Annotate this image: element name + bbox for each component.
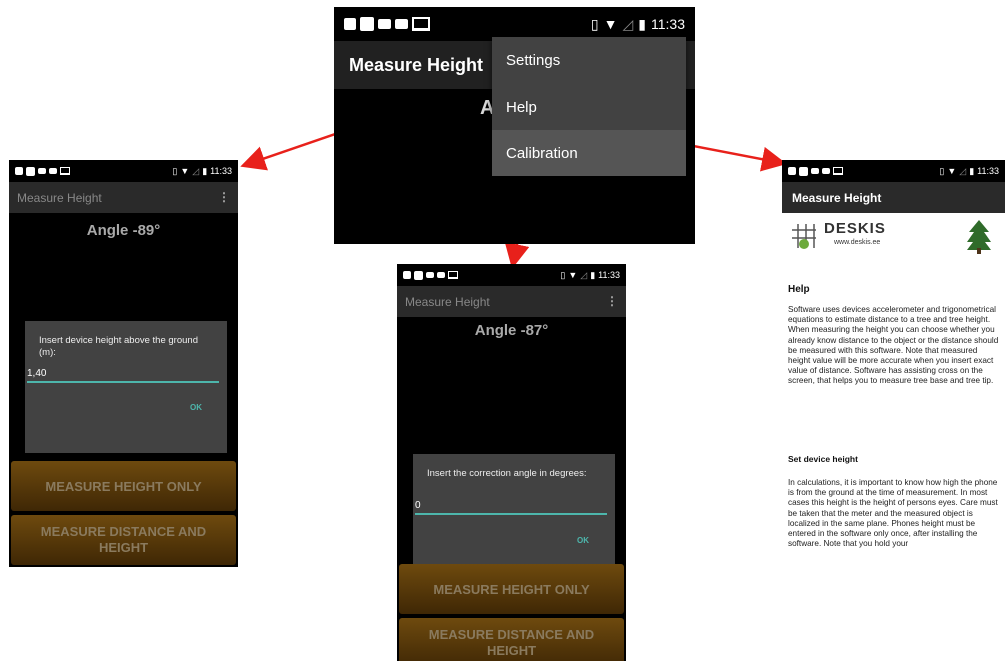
app-title: Measure Height bbox=[17, 190, 102, 205]
status-bar: ▯ ▼ ◿ ▮ 11:33 bbox=[397, 264, 626, 286]
menu-item-label: Help bbox=[506, 98, 537, 116]
grid-logo-icon bbox=[792, 224, 816, 249]
status-time: 11:33 bbox=[651, 16, 685, 32]
vibrate-icon: ▯ bbox=[939, 165, 945, 176]
angle-readout: Angle -87° bbox=[474, 322, 549, 339]
overflow-menu: Settings Help Calibration bbox=[492, 37, 686, 176]
logo-name: DESKIS bbox=[824, 220, 886, 237]
menu-item-help[interactable]: Help bbox=[492, 84, 686, 130]
laptop-icon bbox=[833, 167, 843, 175]
image-icon bbox=[15, 167, 23, 175]
youtube-icon bbox=[811, 168, 819, 174]
youtube-icon bbox=[426, 272, 434, 278]
wifi-icon: ▼ bbox=[947, 166, 957, 176]
dialog-message: Insert the correction angle in degrees: bbox=[427, 468, 587, 479]
height-dialog: Insert device height above the ground (m… bbox=[25, 321, 227, 453]
menu-item-label: Calibration bbox=[506, 144, 578, 162]
youtube-icon bbox=[822, 168, 830, 174]
youtube-icon bbox=[437, 272, 445, 278]
overflow-menu-icon[interactable]: ⋮ bbox=[606, 294, 618, 308]
battery-icon: ▮ bbox=[638, 15, 646, 32]
vibrate-icon: ▯ bbox=[172, 165, 178, 176]
notification-icons bbox=[344, 17, 430, 31]
system-status: ▯ ▼ ◿ ▮ 11:33 bbox=[172, 166, 232, 177]
ok-button[interactable]: OK bbox=[190, 403, 202, 412]
youtube-icon bbox=[378, 19, 391, 29]
signal-icon: ◿ bbox=[622, 15, 634, 32]
image-icon bbox=[403, 271, 411, 279]
left-phone-screen: ▯ ▼ ◿ ▮ 11:33 Measure Height ⋮ Angle -89… bbox=[9, 160, 238, 567]
measure-height-only-button[interactable]: MEASURE HEIGHT ONLY bbox=[399, 564, 624, 614]
angle-readout: Angle -89° bbox=[86, 222, 161, 239]
youtube-icon bbox=[395, 19, 408, 29]
battery-icon: ▮ bbox=[969, 165, 975, 176]
signal-icon: ◿ bbox=[192, 165, 200, 176]
battery-icon: ▮ bbox=[202, 165, 208, 176]
status-bar: ▯ ▼ ◿ ▮ 11:33 bbox=[782, 160, 1005, 182]
measure-distance-and-height-button[interactable]: MEASURE DISTANCE AND HEIGHT bbox=[399, 618, 624, 661]
measure-distance-and-height-button[interactable]: MEASURE DISTANCE AND HEIGHT bbox=[11, 515, 236, 565]
menu-item-label: Settings bbox=[506, 52, 561, 69]
system-status: ▯ ▼ ◿ ▮ 11:33 bbox=[560, 270, 620, 281]
vibrate-icon: ▯ bbox=[560, 269, 566, 280]
notification-icons bbox=[403, 270, 458, 280]
overflow-menu-icon[interactable]: ⋮ bbox=[218, 190, 230, 204]
status-time: 11:33 bbox=[598, 270, 620, 280]
app-icon bbox=[360, 17, 374, 31]
laptop-icon bbox=[448, 271, 458, 279]
ok-button[interactable]: OK bbox=[577, 536, 589, 545]
app-icon bbox=[799, 166, 808, 176]
app-title: Measure Height bbox=[405, 294, 490, 309]
wifi-icon: ▼ bbox=[603, 16, 618, 32]
logo-url: www.deskis.ee bbox=[834, 239, 881, 246]
dialog-message: Insert device height above the ground (m… bbox=[39, 335, 198, 358]
middle-phone-screen: ▯ ▼ ◿ ▮ 11:33 Measure Height ⋮ Angle -87… bbox=[397, 264, 626, 661]
app-icon bbox=[26, 166, 35, 176]
tree-icon bbox=[967, 220, 991, 254]
status-bar: ▯ ▼ ◿ ▮ 11:33 bbox=[9, 160, 238, 182]
app-bar: Measure Height bbox=[9, 182, 238, 213]
notification-icons bbox=[788, 166, 843, 176]
menu-item-calibration[interactable]: Calibration bbox=[492, 130, 686, 176]
center-phone-screen: ▯ ▼ ◿ ▮ 11:33 Measure Height Ang Setting… bbox=[334, 7, 695, 244]
wifi-icon: ▼ bbox=[568, 270, 578, 280]
image-icon bbox=[344, 18, 356, 30]
menu-item-settings[interactable]: Settings bbox=[492, 37, 686, 84]
vibrate-icon: ▯ bbox=[590, 15, 599, 32]
laptop-icon bbox=[60, 167, 70, 175]
youtube-icon bbox=[49, 168, 57, 174]
app-bar: Measure Height bbox=[782, 182, 1005, 213]
status-bar: ▯ ▼ ◿ ▮ 11:33 bbox=[334, 7, 695, 41]
app-title: Measure Height bbox=[792, 190, 882, 205]
help-paragraph: Software uses devices accelerometer and … bbox=[788, 305, 999, 386]
correction-angle-input[interactable]: 0 bbox=[415, 500, 607, 515]
set-height-paragraph: In calculations, it is important to know… bbox=[788, 478, 998, 549]
measure-height-only-button[interactable]: MEASURE HEIGHT ONLY bbox=[11, 461, 236, 511]
wifi-icon: ▼ bbox=[180, 166, 190, 176]
system-status: ▯ ▼ ◿ ▮ 11:33 bbox=[939, 166, 999, 177]
help-heading: Help bbox=[788, 284, 810, 295]
battery-icon: ▮ bbox=[590, 269, 596, 280]
device-height-input[interactable]: 1,40 bbox=[27, 368, 219, 383]
laptop-icon bbox=[412, 17, 430, 31]
image-icon bbox=[788, 167, 796, 175]
status-time: 11:33 bbox=[977, 166, 999, 176]
signal-icon: ◿ bbox=[959, 165, 967, 176]
set-height-heading: Set device height bbox=[788, 454, 858, 464]
signal-icon: ◿ bbox=[580, 269, 588, 280]
deskis-logo: DESKIS www.deskis.ee bbox=[790, 218, 900, 258]
youtube-icon bbox=[38, 168, 46, 174]
app-title: Measure Height bbox=[349, 54, 484, 75]
app-icon bbox=[414, 270, 423, 280]
right-phone-screen: ▯ ▼ ◿ ▮ 11:33 Measure Height DESKIS www.… bbox=[782, 160, 1005, 597]
status-time: 11:33 bbox=[210, 166, 232, 176]
system-status: ▯ ▼ ◿ ▮ 11:33 bbox=[591, 16, 685, 33]
notification-icons bbox=[15, 166, 70, 176]
app-bar: Measure Height bbox=[397, 286, 626, 317]
